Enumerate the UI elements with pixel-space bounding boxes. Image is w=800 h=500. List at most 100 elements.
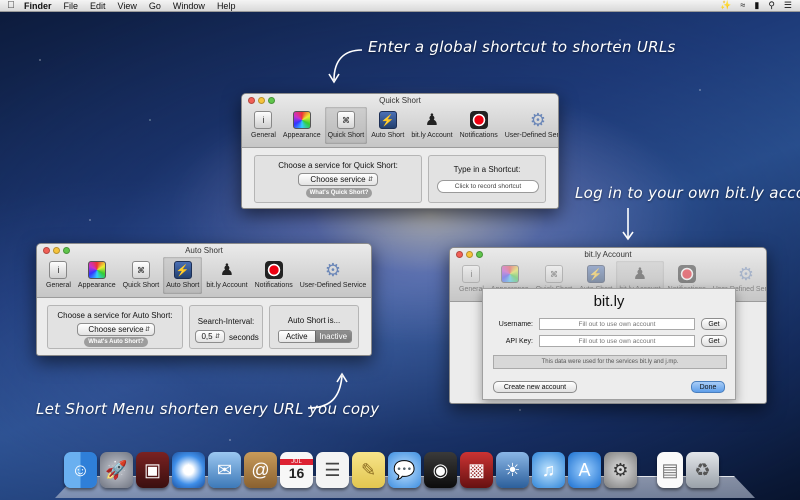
annotation-bitly: Log in to your own bit.ly account [575, 184, 800, 202]
general-icon: i [462, 265, 481, 283]
menu-view[interactable]: View [112, 1, 143, 11]
iphoto-icon[interactable]: ☀ [496, 452, 529, 488]
annotation-quick-short: Enter a global shortcut to shorten URLs [368, 38, 676, 56]
spotlight-icon[interactable]: ⚲ [768, 0, 775, 11]
menu-window[interactable]: Window [167, 1, 211, 11]
updown-chevron-icon: ⇵ [144, 327, 150, 333]
shortcut-recorder-field[interactable]: Click to record shortcut [437, 180, 539, 193]
quick-short-service-group: Choose a service for Quick Short: Choose… [254, 155, 422, 203]
tab-notifications[interactable]: Notifications [252, 257, 296, 294]
menu-help[interactable]: Help [211, 1, 242, 11]
tab-auto-short[interactable]: ⚡Auto Short [368, 107, 407, 144]
contacts-icon[interactable]: @ [244, 452, 277, 488]
shortcut-label: Type in a Shortcut: [453, 165, 521, 174]
menu-finder[interactable]: Finder [22, 1, 58, 11]
tab-quick-short[interactable]: ⌘Quick Short [120, 257, 163, 294]
auto-short-service-popup[interactable]: Choose service ⇵ [77, 323, 155, 336]
auto-short-service-label: Choose a service for Auto Short: [57, 311, 173, 320]
inactive-segment[interactable]: Inactive [314, 331, 351, 342]
tab-appearance[interactable]: Appearance [280, 107, 324, 144]
get-api-key-button[interactable]: Get [701, 335, 727, 347]
quick-short-window: Quick Short i General Appearance ⌘ Quick S… [241, 93, 559, 209]
tab-appearance[interactable]: Appearance [75, 257, 119, 294]
window-title: Quick Short [379, 96, 421, 105]
gear-icon: ⚙ [737, 263, 755, 284]
record-icon [469, 111, 488, 129]
tab-notifications[interactable]: Notifications [457, 107, 501, 144]
trash-icon[interactable]: ♻ [686, 452, 719, 488]
keyboard-shortcut-icon: ⌘ [336, 111, 355, 129]
whats-quick-short-button[interactable]: What's Quick Short? [306, 188, 372, 198]
general-icon: i [254, 111, 273, 129]
finder-icon[interactable]: ☺ [64, 452, 97, 488]
launchpad-icon[interactable]: 🚀 [100, 452, 133, 488]
dock-separator [640, 452, 654, 488]
tab-quick-short[interactable]: ⌘Quick Short [324, 107, 368, 144]
user-icon: ♟ [219, 262, 235, 279]
updown-chevron-icon: ⇵ [367, 177, 373, 183]
photo-booth-icon[interactable]: ▣ [136, 452, 169, 488]
notes-icon[interactable]: ✎ [352, 452, 385, 488]
tab-general[interactable]: i General [43, 257, 74, 294]
app-store-icon[interactable]: A [568, 452, 601, 488]
menu-edit[interactable]: Edit [84, 1, 112, 11]
gear-icon: ⚙ [529, 109, 547, 130]
updown-chevron-icon: ⇵ [214, 334, 220, 340]
api-key-field[interactable]: Fill out to use own account [539, 335, 695, 347]
done-button[interactable]: Done [691, 381, 725, 393]
system-preferences-icon[interactable]: ⚙ [604, 452, 637, 488]
whats-auto-short-button[interactable]: What's Auto Short? [84, 337, 148, 347]
auto-short-service-group: Choose a service for Auto Short: Choose … [47, 305, 183, 349]
documents-icon[interactable]: ▤ [657, 452, 683, 488]
api-key-label: API Key: [505, 338, 533, 345]
window-title: Auto Short [185, 246, 223, 255]
itunes-icon[interactable]: ♫ [532, 452, 565, 488]
tab-bitly-account[interactable]: ♟bit.ly Account [203, 257, 250, 294]
title-bar: Quick Short i General Appearance ⌘ Quick S… [242, 94, 558, 148]
menu-file[interactable]: File [58, 1, 85, 11]
bitly-logo: bit.ly [593, 293, 625, 310]
shortcut-group: Type in a Shortcut: Click to record shor… [428, 155, 546, 203]
tab-auto-short[interactable]: ⚡Auto Short [163, 257, 203, 294]
lightning-icon: ⚡ [378, 111, 397, 129]
reminders-icon[interactable]: ☰ [316, 452, 349, 488]
menu-go[interactable]: Go [143, 1, 167, 11]
apple-icon[interactable]:  [0, 0, 22, 11]
battery-icon[interactable]: ▮ [754, 0, 759, 11]
mail-icon[interactable]: ✉ [208, 452, 241, 488]
username-field[interactable]: Fill out to use own account [539, 318, 695, 330]
auto-short-status-label: Auto Short is... [287, 316, 341, 325]
quick-short-service-popup[interactable]: Choose service ⇵ [298, 173, 378, 186]
keyboard-shortcut-icon: ⌘ [544, 265, 563, 283]
menu-bar:  Finder File Edit View Go Window Help ✨… [0, 0, 800, 12]
annotation-auto-short: Let Short Menu shorten every URL you cop… [36, 400, 380, 418]
messages-icon[interactable]: 💬 [388, 452, 421, 488]
title-bar: Auto Short i General Appearance ⌘ Quick Sh… [37, 244, 371, 298]
tab-bitly-account[interactable]: ♟bit.ly Account [408, 107, 455, 144]
photo-icon[interactable]: ▩ [460, 452, 493, 488]
appearance-icon [292, 111, 311, 129]
wifi-icon[interactable]: ≈ [740, 0, 745, 11]
user-icon: ♟ [424, 112, 440, 129]
tab-general[interactable]: i General [248, 107, 279, 144]
short-menu-status-icon[interactable]: ✨ [720, 0, 731, 11]
create-new-account-button[interactable]: Create new account [493, 381, 577, 393]
record-icon [677, 265, 696, 283]
facetime-icon[interactable]: ◉ [424, 452, 457, 488]
active-inactive-segmented-control[interactable]: Active Inactive [278, 330, 352, 343]
get-username-button[interactable]: Get [701, 318, 727, 330]
preferences-toolbar: iGeneral Appearance ⌘Quick Short ⚡Auto S… [43, 257, 366, 294]
search-interval-label: Search-Interval: [197, 317, 255, 326]
notification-center-icon[interactable]: ☰ [784, 0, 792, 11]
safari-icon[interactable]: ✧ [172, 452, 205, 488]
lightning-icon: ⚡ [173, 261, 192, 279]
arrow-icon [328, 49, 363, 84]
search-interval-popup[interactable]: 0,5 ⇵ [195, 330, 225, 343]
tab-user-defined-service[interactable]: ⚙User-Defined Service [297, 257, 370, 294]
dock: ☺ 🚀 ▣ ✧ ✉ @ JUL 16 ☰ ✎ 💬 ◉ ▩ ☀ ♫ A ⚙ ▤ ♻ [64, 452, 719, 488]
auto-short-window: Auto Short i General Appearance ⌘ Quick Sh… [36, 243, 372, 356]
tab-user-defined-service[interactable]: ⚙User-Defined Service [502, 107, 558, 144]
seconds-label: seconds [229, 333, 259, 342]
calendar-icon[interactable]: JUL 16 [280, 452, 313, 488]
active-segment[interactable]: Active [279, 331, 315, 342]
